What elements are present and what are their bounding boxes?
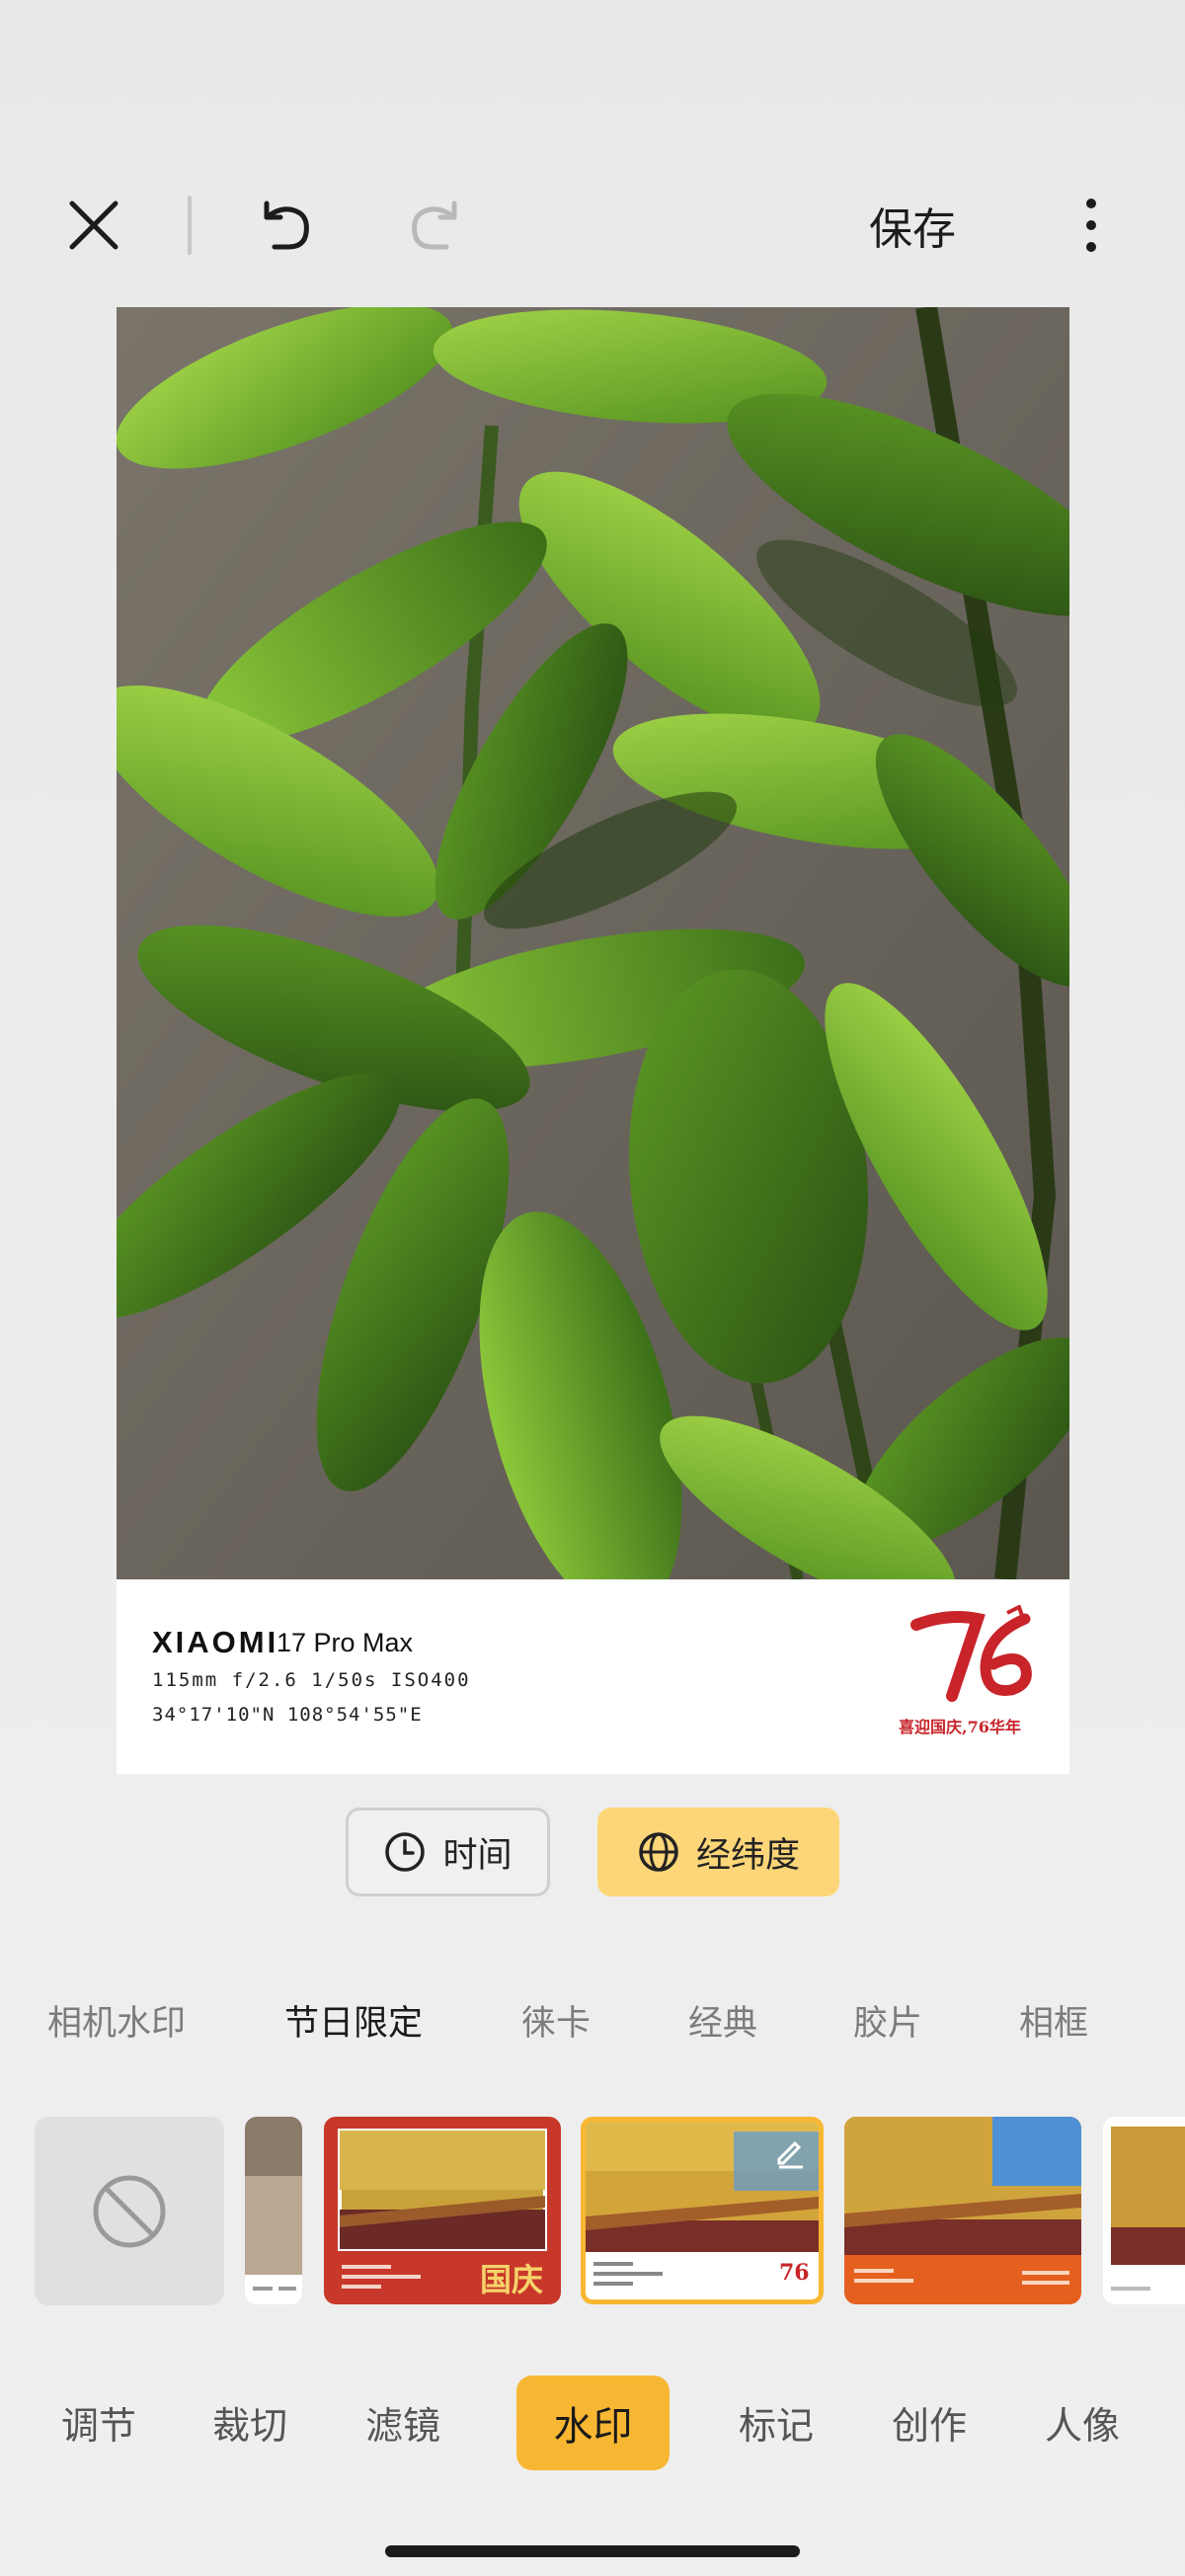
coordinates-chip-label: 经纬度: [695, 1835, 800, 1876]
redo-button[interactable]: [395, 186, 474, 265]
tab-create[interactable]: 创作: [892, 2395, 967, 2450]
plant-photo: [117, 307, 1069, 1579]
guoqing-label: 国庆: [480, 2261, 544, 2298]
close-button[interactable]: [54, 186, 133, 265]
time-chip-label: 时间: [442, 1835, 513, 1876]
redo-icon: [412, 201, 457, 250]
toolbar-divider: [188, 196, 192, 255]
watermark-thumbnail-orange[interactable]: [844, 2117, 1081, 2304]
watermark-thumbnail-selected[interactable]: 76: [581, 2117, 824, 2304]
tab-adjust[interactable]: 调节: [61, 2395, 136, 2450]
model-text: 17 Pro Max: [276, 1628, 414, 1657]
category-film[interactable]: 胶片: [853, 1995, 922, 2046]
category-camera-watermark[interactable]: 相机水印: [47, 1995, 186, 2046]
watermark-thumbnail-partial[interactable]: [245, 2117, 302, 2304]
gps-coords: 34°17'10"N 108°54'55"E: [152, 1704, 423, 1726]
category-classic[interactable]: 经典: [688, 1995, 757, 2046]
tab-markup[interactable]: 标记: [739, 2395, 814, 2450]
more-vertical-icon: [1086, 199, 1096, 252]
undo-icon: [264, 201, 309, 250]
more-button[interactable]: [1066, 186, 1116, 265]
no-watermark-thumbnail[interactable]: [35, 2117, 224, 2305]
category-leica[interactable]: 徕卡: [521, 1995, 591, 2046]
category-frame[interactable]: 相框: [1019, 1995, 1088, 2046]
festival-logo: [908, 1604, 1042, 1704]
tab-filter[interactable]: 滤镜: [365, 2395, 440, 2450]
tab-crop[interactable]: 裁切: [212, 2395, 287, 2450]
watermark-thumbnail-guoqing[interactable]: 国庆: [324, 2117, 561, 2304]
category-festival-limited[interactable]: 节日限定: [284, 1995, 423, 2046]
exif-params: 115mm f/2.6 1/50s ISO400: [152, 1669, 471, 1691]
time-chip[interactable]: 时间: [346, 1808, 550, 1896]
save-button[interactable]: 保存: [869, 186, 956, 265]
logo-caption: 喜迎国庆,76华年: [899, 1718, 1021, 1736]
brand-text: XIAOMI: [152, 1625, 279, 1659]
thumbnail-76-logo: 76: [779, 2260, 810, 2286]
pencil-icon: [777, 2140, 803, 2169]
photo-preview[interactable]: [117, 307, 1069, 1579]
edit-watermark-button[interactable]: [771, 2132, 809, 2169]
tab-portrait[interactable]: 人像: [1045, 2395, 1120, 2450]
globe-icon: [639, 1832, 678, 1872]
undo-button[interactable]: [247, 186, 326, 265]
coordinates-chip[interactable]: 经纬度: [597, 1808, 839, 1896]
close-icon: [69, 201, 118, 250]
tab-watermark[interactable]: 水印: [516, 2375, 670, 2470]
clock-icon: [385, 1832, 426, 1872]
watermark-thumbnail-partial-right[interactable]: [1103, 2117, 1185, 2304]
home-indicator[interactable]: [385, 2545, 800, 2557]
prohibited-icon: [93, 2175, 166, 2247]
